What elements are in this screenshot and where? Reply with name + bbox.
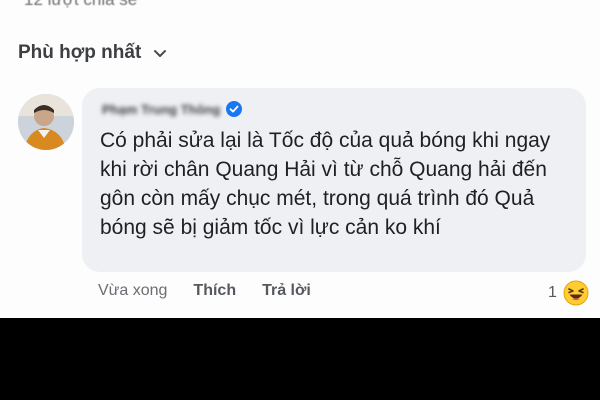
comment-time[interactable]: Vừa xong: [98, 282, 167, 300]
comment-actions: Vừa xong Thích Trả lời: [98, 282, 311, 300]
sort-label: Phù hợp nhất: [18, 42, 142, 63]
avatar-image: [18, 94, 74, 150]
comment-reactions[interactable]: 1: [548, 280, 589, 306]
reaction-count: 1: [548, 284, 557, 301]
black-bottom-area: [0, 318, 600, 400]
laughing-emoji-icon: [563, 280, 589, 306]
comment-text: Có phải sửa lại là Tốc độ của quả bóng k…: [100, 129, 551, 239]
chevron-down-icon: [154, 50, 167, 57]
comment-author-name[interactable]: Phạm Trung Thông: [102, 102, 220, 117]
shares-count[interactable]: 12 lượt chia sẻ: [24, 0, 137, 10]
verified-badge-icon: [226, 101, 243, 117]
reply-button[interactable]: Trả lời: [262, 282, 311, 300]
like-button[interactable]: Thích: [193, 282, 236, 300]
comment-sort-dropdown[interactable]: Phù hợp nhất: [18, 42, 169, 64]
comment-author-row: Phạm Trung Thông: [102, 101, 243, 117]
facebook-comment-screen: 12 lượt chia sẻ Phù hợp nhất Phạm Trung …: [0, 0, 600, 318]
avatar[interactable]: [18, 94, 74, 150]
comment-bubble: Phạm Trung Thông Có phải sửa lại là Tốc …: [82, 88, 586, 272]
